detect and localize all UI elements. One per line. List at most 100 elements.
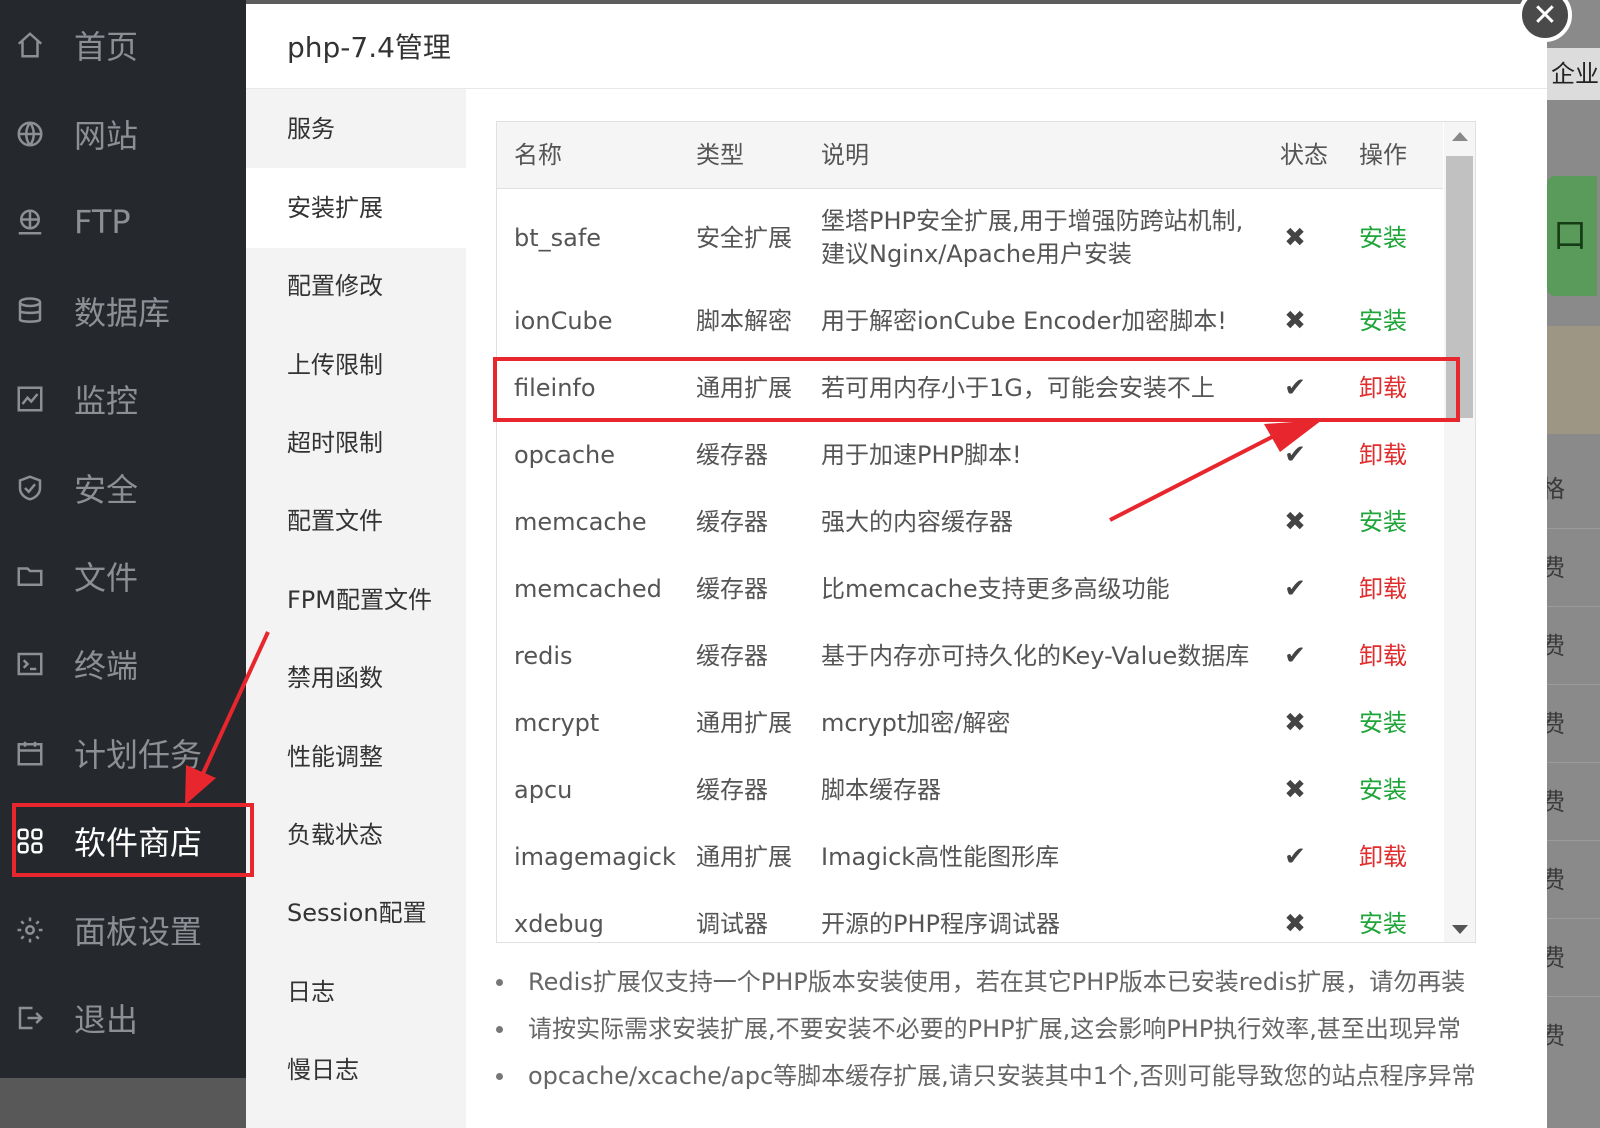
tab-config-file[interactable]: 配置文件 bbox=[246, 481, 466, 561]
extension-type: 通用扩展 bbox=[696, 843, 792, 871]
sidebar-item-ftp[interactable]: FTP bbox=[0, 177, 246, 267]
install-button[interactable]: 安装 bbox=[1359, 707, 1407, 740]
sidebar-item-label: 首页 bbox=[74, 28, 139, 66]
column-header-name: 名称 bbox=[514, 141, 562, 169]
tab-service[interactable]: 服务 bbox=[246, 89, 466, 169]
close-icon: ✕ bbox=[1532, 0, 1558, 33]
table-scrollbar[interactable] bbox=[1444, 122, 1475, 942]
table-row: apcu 缓存器 脚本缓存器 ✖ 安装 bbox=[497, 757, 1443, 825]
price-cell: 费 bbox=[1547, 840, 1600, 919]
table-row: redis 缓存器 基于内存亦可持久化的Key-Value数据库 ✔ 卸载 bbox=[497, 623, 1443, 691]
install-button[interactable]: 安装 bbox=[1359, 506, 1407, 539]
sidebar-item-label: 网站 bbox=[74, 117, 139, 155]
uninstall-button[interactable]: 卸载 bbox=[1359, 640, 1407, 673]
tab-fpm-config-file[interactable]: FPM配置文件 bbox=[246, 560, 466, 640]
tab-session-config[interactable]: Session配置 bbox=[246, 873, 466, 953]
sidebar-item-label: 计划任务 bbox=[74, 736, 203, 774]
extension-type: 缓存器 bbox=[696, 575, 768, 603]
extensions-table: 名称 类型 说明 状态 操作 bt_safe 安全扩展 堡塔PHP安全扩展,用于… bbox=[496, 121, 1476, 943]
extension-description: 基于内存亦可持久化的Key-Value数据库 bbox=[821, 642, 1250, 670]
sidebar-item-security[interactable]: 安全 bbox=[0, 443, 246, 533]
table-header: 名称 类型 说明 状态 操作 bbox=[497, 122, 1443, 189]
sidebar-item-label: 终端 bbox=[74, 647, 139, 685]
extension-description: 用于加速PHP脚本! bbox=[821, 441, 1022, 469]
install-button[interactable]: 安装 bbox=[1359, 305, 1407, 338]
tab-disabled-functions[interactable]: 禁用函数 bbox=[246, 638, 466, 718]
extension-name: memcached bbox=[514, 575, 662, 603]
sidebar-item-label: FTP bbox=[74, 203, 131, 241]
sidebar-item-monitor[interactable]: 监控 bbox=[0, 354, 246, 444]
folder-icon bbox=[12, 558, 48, 594]
tab-config-edit[interactable]: 配置修改 bbox=[246, 246, 466, 326]
bullet-icon bbox=[496, 979, 503, 986]
monitor-icon bbox=[12, 381, 48, 417]
note-text: Redis扩展仅支持一个PHP版本安装使用，若在其它PHP版本已安装redis扩… bbox=[528, 968, 1466, 996]
extension-name: imagemagick bbox=[514, 843, 676, 871]
column-header-action: 操作 bbox=[1359, 141, 1407, 169]
price-cell: 费 bbox=[1547, 996, 1600, 1075]
table-row: mcrypt 通用扩展 mcrypt加密/解密 ✖ 安装 bbox=[497, 690, 1443, 758]
enterprise-tab[interactable]: 企业 bbox=[1547, 48, 1600, 100]
note-text: 请按实际需求安装扩展,不要安装不必要的PHP扩展,这会影响PHP执行效率,甚至出… bbox=[528, 1015, 1461, 1043]
extension-name: mcrypt bbox=[514, 709, 600, 737]
sidebar-item-home[interactable]: 首页 bbox=[0, 0, 246, 90]
note-item: Redis扩展仅支持一个PHP版本安装使用，若在其它PHP版本已安装redis扩… bbox=[488, 959, 1538, 1006]
sidebar-item-logout[interactable]: 退出 bbox=[0, 973, 246, 1063]
install-button[interactable]: 安装 bbox=[1359, 908, 1407, 941]
sidebar-item-label: 安全 bbox=[74, 471, 139, 509]
status-not-installed-icon: ✖ bbox=[1284, 223, 1306, 253]
status-installed-icon: ✔ bbox=[1284, 842, 1306, 872]
table-row: imagemagick 通用扩展 Imagick高性能图形库 ✔ 卸载 bbox=[497, 824, 1443, 892]
background-page: 企业 口 格 费 费 费 费 费 费 费 bbox=[1547, 0, 1600, 1128]
tab-performance-tuning[interactable]: 性能调整 bbox=[246, 717, 466, 797]
dialog-tab-list: 服务 安装扩展 配置修改 上传限制 超时限制 配置文件 FPM配置文件 禁用函数… bbox=[246, 89, 466, 1128]
highlight-box-app-store bbox=[12, 803, 254, 877]
status-not-installed-icon: ✖ bbox=[1284, 909, 1306, 939]
status-not-installed-icon: ✖ bbox=[1284, 507, 1306, 537]
extension-name: redis bbox=[514, 642, 573, 670]
tab-install-extensions[interactable]: 安装扩展 bbox=[246, 168, 466, 248]
php-manager-dialog: php-7.4管理 服务 安装扩展 配置修改 上传限制 超时限制 配置文件 FP… bbox=[246, 4, 1547, 1128]
column-header-type: 类型 bbox=[696, 141, 744, 169]
tab-upload-limit[interactable]: 上传限制 bbox=[246, 325, 466, 405]
sidebar-item-websites[interactable]: 网站 bbox=[0, 89, 246, 179]
extension-type: 脚本解密 bbox=[696, 307, 792, 335]
scroll-up-arrow-icon[interactable] bbox=[1452, 132, 1468, 141]
table-row: memcache 缓存器 强大的内容缓存器 ✖ 安装 bbox=[497, 489, 1443, 557]
extension-description: Imagick高性能图形库 bbox=[821, 843, 1060, 871]
extensions-panel: 名称 类型 说明 状态 操作 bt_safe 安全扩展 堡塔PHP安全扩展,用于… bbox=[466, 89, 1547, 1128]
install-button[interactable]: 安装 bbox=[1359, 774, 1407, 807]
uninstall-button[interactable]: 卸载 bbox=[1359, 841, 1407, 874]
tab-slow-log[interactable]: 慢日志 bbox=[246, 1030, 466, 1110]
tab-log[interactable]: 日志 bbox=[246, 952, 466, 1032]
table-row: ionCube 脚本解密 用于解密ionCube Encoder加密脚本! ✖ … bbox=[497, 288, 1443, 356]
scroll-down-arrow-icon[interactable] bbox=[1452, 925, 1468, 934]
note-text: opcache/xcache/apc等脚本缓存扩展,请只安装其中1个,否则可能导… bbox=[528, 1062, 1476, 1090]
sidebar-item-database[interactable]: 数据库 bbox=[0, 266, 246, 356]
uninstall-button[interactable]: 卸载 bbox=[1359, 573, 1407, 606]
sidebar-item-panel-settings[interactable]: 面板设置 bbox=[0, 885, 246, 975]
uninstall-button[interactable]: 卸载 bbox=[1359, 439, 1407, 472]
sidebar-item-terminal[interactable]: 终端 bbox=[0, 619, 246, 709]
extension-name: ionCube bbox=[514, 307, 613, 335]
background-green-button[interactable]: 口 bbox=[1547, 176, 1597, 296]
extension-description: 强大的内容缓存器 bbox=[821, 508, 1013, 536]
status-installed-icon: ✔ bbox=[1284, 641, 1306, 671]
sidebar-item-files[interactable]: 文件 bbox=[0, 531, 246, 621]
extension-name: bt_safe bbox=[514, 224, 602, 252]
extension-description: 比memcache支持更多高级功能 bbox=[821, 575, 1170, 603]
table-row: xdebug 调试器 开源的PHP程序调试器 ✖ 安装 bbox=[497, 891, 1443, 942]
shield-icon bbox=[12, 470, 48, 506]
extension-type: 缓存器 bbox=[696, 776, 768, 804]
highlight-box-fileinfo-row bbox=[493, 357, 1460, 422]
extension-type: 缓存器 bbox=[696, 642, 768, 670]
tab-timeout-limit[interactable]: 超时限制 bbox=[246, 403, 466, 483]
tab-load-status[interactable]: 负载状态 bbox=[246, 795, 466, 875]
status-not-installed-icon: ✖ bbox=[1284, 775, 1306, 805]
sidebar-item-cron[interactable]: 计划任务 bbox=[0, 708, 246, 798]
status-installed-icon: ✔ bbox=[1284, 574, 1306, 604]
extension-type: 缓存器 bbox=[696, 441, 768, 469]
extension-description: 开源的PHP程序调试器 bbox=[821, 910, 1060, 938]
install-button[interactable]: 安装 bbox=[1359, 222, 1407, 255]
extension-description: 堡塔PHP安全扩展,用于增强防跨站机制, bbox=[821, 207, 1244, 235]
